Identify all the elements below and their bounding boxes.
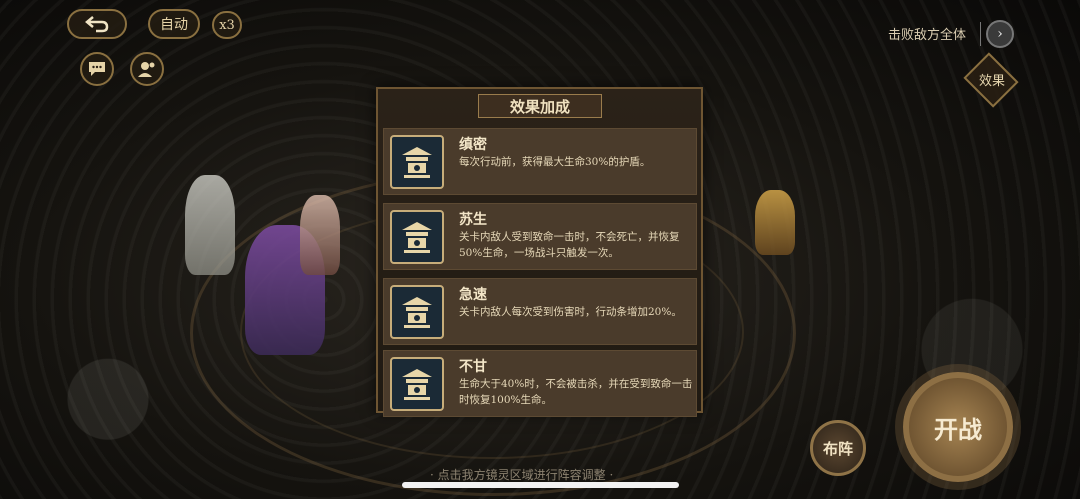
- panel-title: 效果加成: [478, 94, 602, 118]
- formation-button[interactable]: 布阵: [810, 420, 866, 476]
- speed-button[interactable]: x3: [212, 11, 242, 39]
- divider: [980, 22, 981, 46]
- ally-character[interactable]: [185, 175, 235, 275]
- next-arrow-button[interactable]: ›: [986, 20, 1014, 48]
- effect-item: 缜密 每次行动前，获得最大生命30%的护盾。: [383, 128, 697, 195]
- return-arrow-icon: [85, 16, 109, 33]
- effect-name: 不甘: [459, 359, 487, 375]
- team-icon: [138, 62, 155, 77]
- effect-name: 苏生: [459, 212, 487, 228]
- formation-hint: · 点击我方镜灵区域进行阵容调整 ·: [430, 468, 614, 482]
- effect-item: 不甘 生命大于40%时，不会被击杀，并在受到致命一击时恢复100%生命。: [383, 350, 697, 417]
- enemy-character[interactable]: [755, 190, 795, 255]
- effect-item: 苏生 关卡内敌人受到致命一击时，不会死亡，并恢复50%生命，一场战斗只触发一次。: [383, 203, 697, 270]
- effect-description: 每次行动前，获得最大生命30%的护盾。: [459, 156, 651, 168]
- pavilion-icon: [390, 210, 444, 264]
- back-button[interactable]: [67, 9, 127, 39]
- pavilion-icon: [390, 357, 444, 411]
- effect-name: 缜密: [459, 137, 487, 153]
- effect-button-label: 效果: [978, 74, 1005, 89]
- objective-label: 击败敌方全体: [888, 28, 967, 43]
- chat-bubble-icon: [89, 62, 105, 76]
- auto-battle-button[interactable]: 自动: [148, 9, 200, 39]
- chat-button[interactable]: [80, 52, 114, 86]
- home-indicator[interactable]: [402, 482, 679, 488]
- ally-character[interactable]: [300, 195, 340, 275]
- effect-item: 急速 关卡内敌人每次受到伤害时，行动条增加20%。: [383, 278, 697, 345]
- team-button[interactable]: [130, 52, 164, 86]
- pavilion-icon: [390, 285, 444, 339]
- start-battle-button[interactable]: 开战: [903, 372, 1013, 482]
- effect-name: 急速: [459, 287, 487, 303]
- effect-description: 生命大于40%时，不会被击杀，并在受到致命一击时恢复100%生命。: [459, 378, 693, 406]
- pavilion-icon: [390, 135, 444, 189]
- effect-description: 关卡内敌人每次受到伤害时，行动条增加20%。: [459, 306, 682, 318]
- chevron-right-icon: ›: [997, 26, 1003, 42]
- effect-description: 关卡内敌人受到致命一击时，不会死亡，并恢复50%生命，一场战斗只触发一次。: [459, 231, 680, 259]
